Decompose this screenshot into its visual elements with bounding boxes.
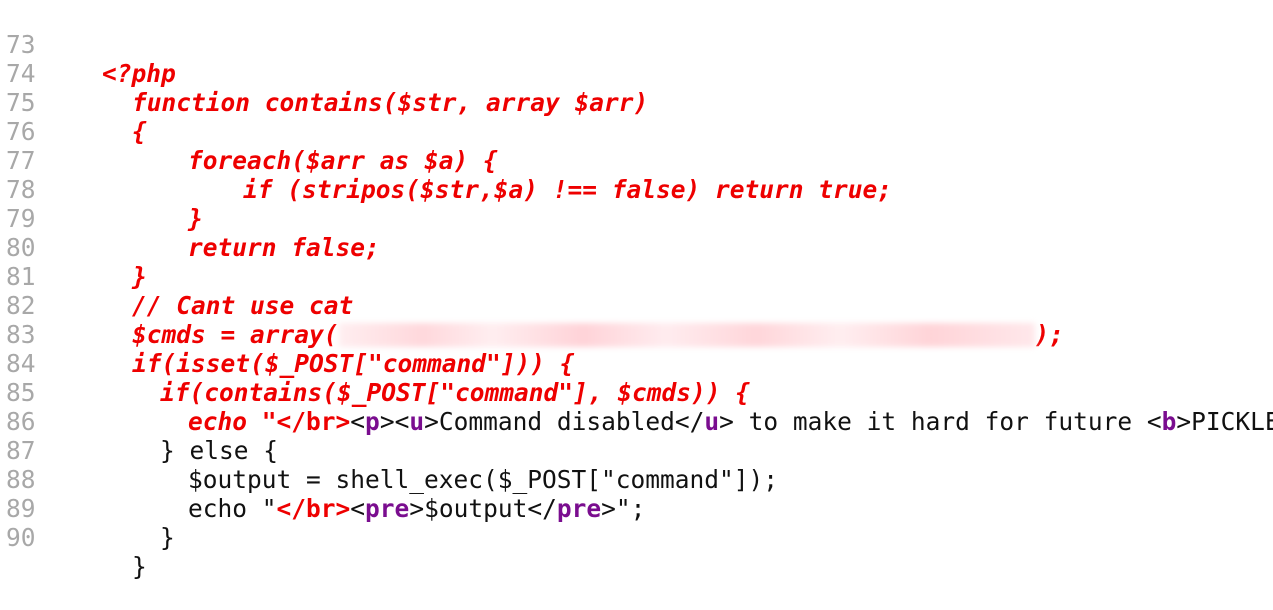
code-line: 89 } — [0, 465, 175, 552]
cmds-array-close: ); — [1034, 320, 1065, 349]
else-statement: } else { — [160, 436, 279, 465]
cmds-array-statement: $cmds = array(); — [132, 320, 1064, 349]
if-contains-statement: if(contains($_POST["command"], $cmds)) { — [160, 378, 751, 407]
brace-close: } — [188, 204, 203, 233]
code-line: 90 } — [0, 494, 147, 581]
echo-output-statement: echo "</br><pre>$output</pre>"; — [188, 494, 646, 523]
code-line: 82 $cmds = array(); — [0, 262, 1064, 349]
line-number: 90 — [6, 523, 36, 552]
if-stripos-statement: if (stripos($str,$a) !== false) return t… — [243, 175, 893, 204]
code-line: 78 } — [0, 146, 203, 233]
code-line: 86 } else { — [0, 378, 278, 465]
echo-disabled-statement: echo "</br><p><u>Command disabled</u> to… — [188, 407, 1273, 436]
code-line: 87 $output = shell_exec($_POST["command"… — [0, 407, 778, 494]
brace-close: } — [160, 523, 175, 552]
code-line: 73 <?php — [0, 1, 176, 88]
function-signature: function contains($str, array $arr) — [132, 88, 649, 117]
redacted-blur — [338, 322, 1035, 347]
foreach-statement: foreach($arr as $a) { — [188, 146, 498, 175]
code-line: 74 function contains($str, array $arr) — [0, 30, 648, 117]
code-comment: // Cant use cat — [132, 291, 354, 320]
brace-open: { — [132, 117, 147, 146]
brace-close: } — [132, 262, 147, 291]
code-line: 80 } — [0, 204, 147, 291]
code-line: 77 if (stripos($str,$a) !== false) retur… — [0, 117, 892, 204]
code-line: 84 if(contains($_POST["command"], $cmds)… — [0, 320, 750, 407]
code-line: 79 return false; — [0, 175, 380, 262]
code-line: 76 foreach($arr as $a) { — [0, 88, 498, 175]
shell-exec-statement: $output = shell_exec($_POST["command"]); — [188, 465, 779, 494]
return-false-statement: return false; — [188, 233, 380, 262]
code-line: 88 echo "</br><pre>$output</pre>"; — [0, 436, 645, 523]
code-line: 75 { — [0, 59, 147, 146]
php-open-tag: <?php — [102, 59, 176, 88]
cmds-array-open: $cmds = array( — [132, 320, 339, 349]
code-line: 83 if(isset($_POST["command"])) { — [0, 291, 575, 378]
if-isset-statement: if(isset($_POST["command"])) { — [132, 349, 575, 378]
brace-close: } — [132, 552, 147, 581]
code-line: 81 // Cant use cat — [0, 233, 353, 320]
code-editor[interactable]: 73 <?php 74 function contains($str, arra… — [0, 0, 1273, 581]
code-line: 85 echo "</br><p><u>Command disabled</u>… — [0, 349, 1273, 436]
